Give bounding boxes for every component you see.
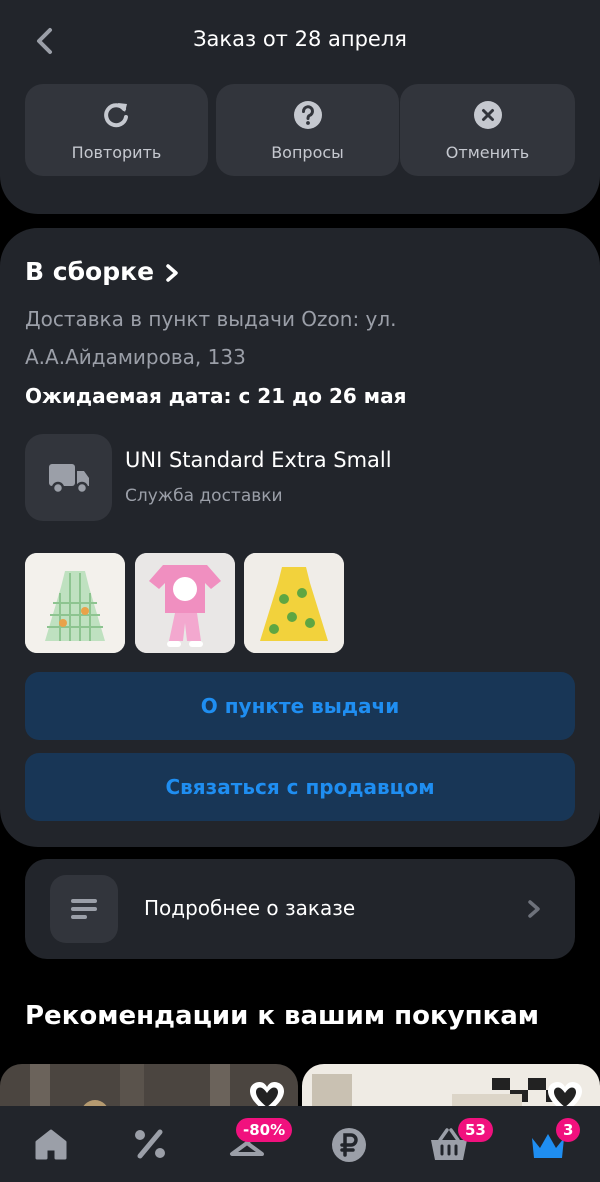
repeat-label: Повторить bbox=[71, 143, 162, 162]
order-header: Заказ от 28 апреля Повторить Вопросы Отм… bbox=[0, 0, 600, 214]
bottom-tab-bar: -80% 53 3 bbox=[0, 1106, 600, 1182]
product-thumbnail[interactable] bbox=[244, 553, 344, 653]
tab-finance[interactable] bbox=[330, 1126, 370, 1166]
pickup-point-button[interactable]: О пункте выдачи bbox=[25, 672, 575, 740]
repeat-icon bbox=[103, 103, 128, 128]
truck-icon bbox=[49, 464, 89, 495]
tab-sales[interactable] bbox=[130, 1126, 170, 1166]
delivery-address: Доставка в пункт выдачи Ozon: ул. А.А.Ай… bbox=[25, 307, 397, 369]
pink-bunny-outfit-image bbox=[135, 553, 235, 653]
badge-cart-count: 53 bbox=[458, 1118, 493, 1142]
page-title: Заказ от 28 апреля bbox=[193, 27, 407, 51]
tab-profile[interactable]: 3 bbox=[528, 1118, 581, 1166]
cancel-order-button[interactable]: Отменить bbox=[400, 84, 575, 176]
order-details-row[interactable]: Подробнее о заказе bbox=[25, 859, 575, 959]
cancel-icon bbox=[473, 101, 502, 129]
percent-icon bbox=[135, 1129, 165, 1159]
product-thumbnail[interactable] bbox=[25, 553, 125, 653]
order-details-label: Подробнее о заказе bbox=[144, 896, 356, 920]
tab-cart[interactable]: 53 bbox=[428, 1118, 493, 1166]
details-icon-box bbox=[50, 875, 118, 943]
green-plaid-dress-image bbox=[25, 553, 125, 653]
carrier-subtitle: Служба доставки bbox=[125, 486, 283, 506]
home-icon bbox=[35, 1129, 67, 1160]
recommendations-title: Рекомендации к вашим покупкам bbox=[25, 1001, 540, 1031]
chevron-right-icon[interactable] bbox=[165, 263, 179, 283]
question-icon bbox=[293, 101, 322, 129]
document-lines-icon bbox=[71, 899, 97, 919]
carrier-icon-box bbox=[25, 434, 112, 521]
shipment-card: В сборке Доставка в пункт выдачи Ozon: у… bbox=[0, 228, 600, 847]
carrier-name: UNI Standard Extra Small bbox=[125, 448, 392, 472]
ruble-icon bbox=[332, 1128, 366, 1162]
repeat-button[interactable]: Повторить bbox=[25, 84, 208, 176]
cancel-label: Отменить bbox=[445, 143, 530, 162]
contact-seller-button[interactable]: Связаться с продавцом bbox=[25, 753, 575, 821]
chevron-right-icon bbox=[528, 900, 540, 918]
yellow-lemon-dress-image bbox=[244, 553, 344, 653]
expected-date: Ожидаемая дата: с 21 до 26 мая bbox=[25, 384, 407, 408]
product-thumbnail[interactable] bbox=[135, 553, 235, 653]
shipment-status[interactable]: В сборке bbox=[25, 257, 154, 286]
badge-discount: -80% bbox=[236, 1118, 293, 1142]
tab-home[interactable] bbox=[32, 1126, 72, 1166]
questions-button[interactable]: Вопросы bbox=[216, 84, 399, 176]
badge-profile-count: 3 bbox=[556, 1118, 581, 1142]
questions-label: Вопросы bbox=[271, 143, 344, 162]
tab-fresh[interactable]: -80% bbox=[228, 1118, 293, 1166]
